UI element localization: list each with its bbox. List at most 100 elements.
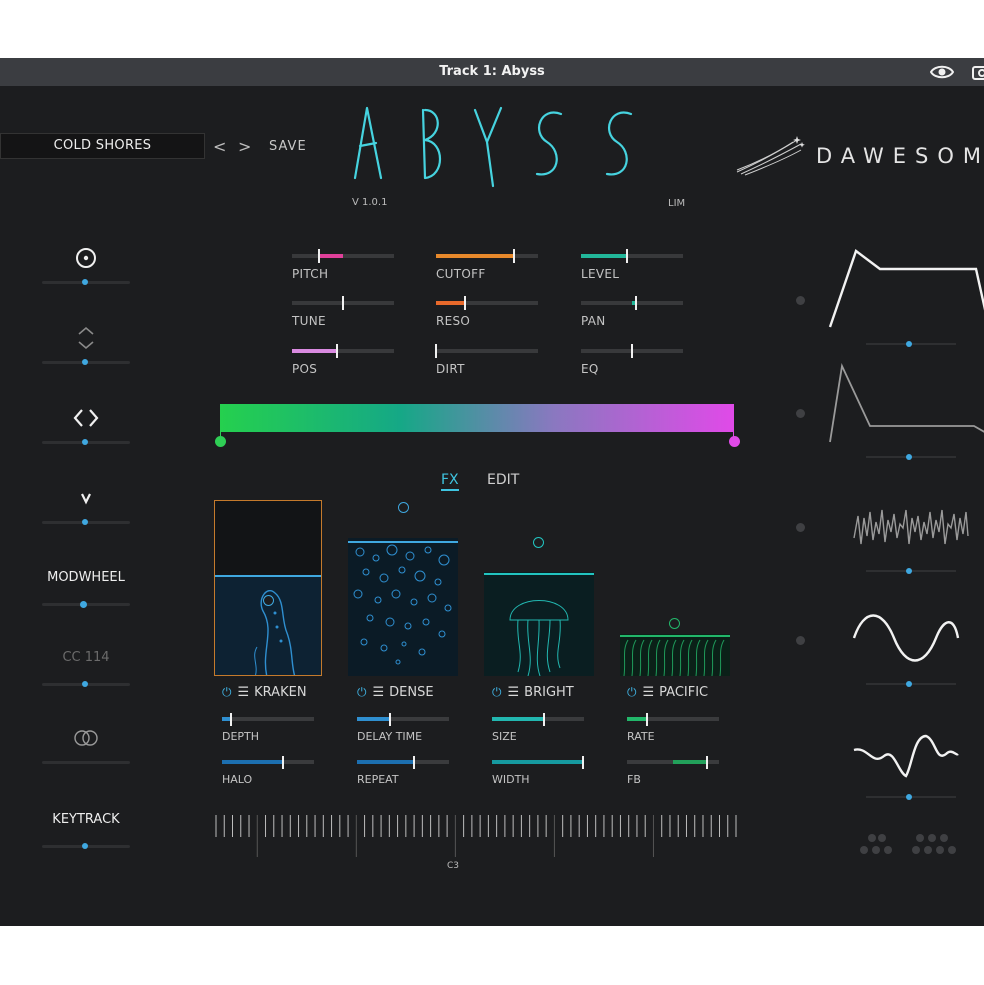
fx-slider-width[interactable]: WIDTH <box>492 756 585 790</box>
next-preset-button[interactable]: > <box>238 137 251 156</box>
fx-level-handle[interactable] <box>398 502 409 514</box>
slider-handle[interactable] <box>646 713 649 726</box>
param-slider-pos[interactable]: POS <box>292 344 394 380</box>
power-icon[interactable]: ⏻ <box>627 685 637 699</box>
fx-slider-size[interactable]: SIZE <box>492 713 584 747</box>
slider-handle[interactable] <box>625 249 628 263</box>
slider-track[interactable] <box>436 349 538 353</box>
mod-source-modwheel[interactable]: MODWHEEL <box>42 568 130 608</box>
param-slider-cutoff[interactable]: CUTOFF <box>436 249 538 285</box>
tab-fx[interactable]: FX <box>441 472 459 491</box>
mod-source-down[interactable] <box>42 486 130 526</box>
fx-slider-depth[interactable]: DEPTH <box>222 713 314 747</box>
fx-slider-fb[interactable]: FB <box>627 756 719 790</box>
menu-icon[interactable]: ☰ <box>238 685 250 700</box>
camera-icon[interactable] <box>972 64 984 80</box>
fx-slider-repeat[interactable]: REPEAT <box>357 756 449 790</box>
menu-icon[interactable]: ☰ <box>373 685 385 700</box>
mod-source-velocity[interactable] <box>42 246 130 286</box>
mod-amount-knob[interactable] <box>82 439 89 445</box>
slider-handle[interactable] <box>317 249 320 263</box>
prev-preset-button[interactable]: < <box>213 137 226 156</box>
param-slider-pitch[interactable]: PITCH <box>292 249 394 285</box>
fx-level-handle[interactable] <box>533 537 544 549</box>
slider-handle[interactable] <box>631 344 633 358</box>
power-icon[interactable]: ⏻ <box>357 685 367 699</box>
menu-icon[interactable]: ☰ <box>643 685 655 700</box>
dots-pattern-icon[interactable] <box>856 832 966 858</box>
fx-panel-bright[interactable] <box>484 572 594 676</box>
mod-select-dot[interactable] <box>796 296 805 305</box>
preset-name-box[interactable]: COLD SHORES <box>0 133 205 159</box>
fx-slider-delay-time[interactable]: DELAY TIME <box>357 713 449 747</box>
lfo-1[interactable] <box>828 608 984 708</box>
mod-select-dot[interactable] <box>796 409 805 418</box>
mod-source-cc[interactable]: CC 114 <box>42 648 130 688</box>
mod-amount-knob[interactable] <box>906 454 912 460</box>
slider-track[interactable] <box>222 717 314 721</box>
fx-level-handle[interactable] <box>669 618 680 630</box>
envelope-2[interactable] <box>828 358 984 458</box>
fx-panel-pacific[interactable] <box>620 634 730 676</box>
slider-handle[interactable] <box>512 249 515 263</box>
param-slider-pan[interactable]: PAN <box>581 296 683 332</box>
slider-handle[interactable] <box>230 713 233 726</box>
mod-amount-knob[interactable] <box>906 794 912 800</box>
mod-source-aftertouch[interactable] <box>42 726 130 766</box>
eye-icon[interactable] <box>930 64 954 80</box>
wave-start-handle[interactable] <box>215 436 226 447</box>
param-slider-dirt[interactable]: DIRT <box>435 344 538 380</box>
fx-slider-rate[interactable]: RATE <box>627 713 719 747</box>
random-modulator[interactable] <box>828 498 984 598</box>
param-slider-tune[interactable]: TUNE <box>292 296 394 332</box>
mod-amount-track[interactable] <box>42 761 130 764</box>
fx-panel-kraken[interactable] <box>214 500 322 676</box>
save-button[interactable]: SAVE <box>269 139 307 154</box>
menu-icon[interactable]: ☰ <box>508 685 520 700</box>
slider-handle[interactable] <box>435 344 437 358</box>
tab-edit[interactable]: EDIT <box>487 472 519 488</box>
slider-handle[interactable] <box>706 756 709 769</box>
param-slider-reso[interactable]: RESO <box>436 296 538 332</box>
slider-handle[interactable] <box>413 756 416 769</box>
mod-select-dot[interactable] <box>796 636 805 645</box>
mod-source-keytrack[interactable]: KEYTRACK <box>42 810 130 850</box>
mod-amount-knob[interactable] <box>906 681 912 687</box>
mod-amount-knob[interactable] <box>82 279 89 285</box>
slider-handle[interactable] <box>342 296 344 310</box>
mod-amount-knob[interactable] <box>906 568 912 574</box>
envelope-1[interactable] <box>828 243 984 343</box>
slider-handle[interactable] <box>635 296 638 310</box>
mod-amount-knob[interactable] <box>906 341 912 347</box>
mod-source-updown[interactable] <box>42 326 130 366</box>
keyboard-ruler[interactable] <box>214 813 738 858</box>
lfo-2[interactable] <box>828 726 984 826</box>
mod-source-random[interactable] <box>42 406 130 446</box>
mod-amount-knob[interactable] <box>82 843 89 849</box>
fx-name[interactable]: BRIGHT <box>524 685 574 700</box>
wavetable-position-bar[interactable] <box>220 404 734 432</box>
slider-handle[interactable] <box>582 756 585 769</box>
fx-name[interactable]: PACIFIC <box>659 685 708 700</box>
slider-handle[interactable] <box>281 756 284 769</box>
mod-select-dot[interactable] <box>796 523 805 532</box>
mod-amount-knob[interactable] <box>80 601 88 608</box>
mod-amount-knob[interactable] <box>82 519 89 525</box>
slider-track[interactable] <box>292 254 394 258</box>
wave-end-handle[interactable] <box>729 436 740 447</box>
fx-name[interactable]: DENSE <box>389 685 433 700</box>
mod-amount-knob[interactable] <box>82 681 89 687</box>
power-icon[interactable]: ⏻ <box>492 685 502 699</box>
slider-handle[interactable] <box>389 713 392 726</box>
fx-panel-dense[interactable] <box>348 538 458 676</box>
power-icon[interactable]: ⏻ <box>222 685 232 699</box>
slider-handle[interactable] <box>335 344 338 358</box>
limiter-toggle[interactable]: LIM <box>668 198 685 209</box>
fx-name[interactable]: KRAKEN <box>254 685 306 700</box>
fx-slider-halo[interactable]: HALO <box>222 756 314 790</box>
param-slider-eq[interactable]: EQ <box>581 344 683 380</box>
mod-amount-knob[interactable] <box>82 359 89 365</box>
slider-handle[interactable] <box>463 296 466 310</box>
slider-handle[interactable] <box>542 713 545 726</box>
param-slider-level[interactable]: LEVEL <box>581 249 683 285</box>
